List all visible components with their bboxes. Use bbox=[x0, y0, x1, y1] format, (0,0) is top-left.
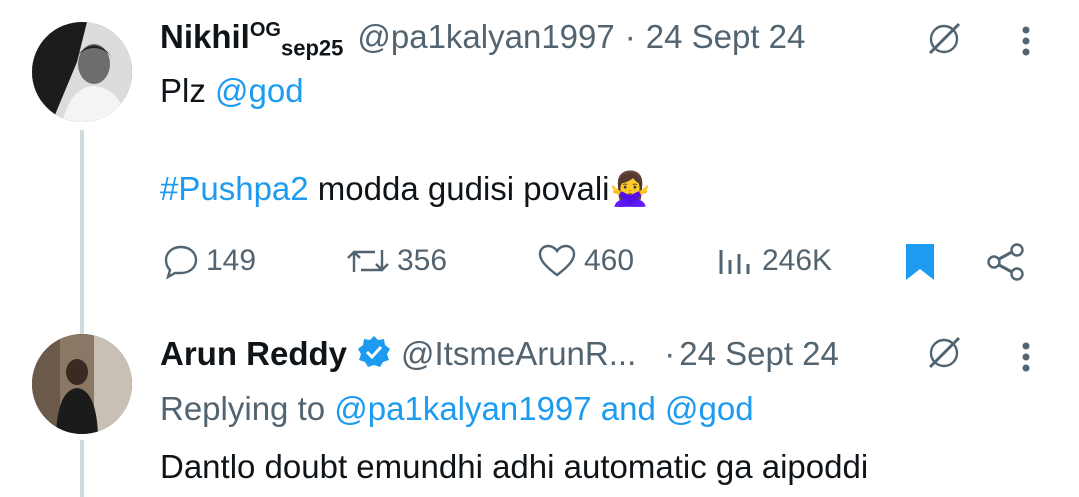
verified-badge-icon bbox=[357, 335, 391, 377]
retweet-icon bbox=[347, 250, 389, 272]
reply-icon bbox=[164, 245, 198, 280]
mention-link[interactable]: @god bbox=[665, 390, 754, 427]
tweet-text-line-1: Plz @god bbox=[160, 72, 304, 109]
bookmark-icon[interactable] bbox=[904, 242, 936, 287]
grok-icon[interactable] bbox=[925, 20, 963, 63]
display-name[interactable]: NikhilOGsep25 bbox=[160, 18, 343, 62]
avatar-photo bbox=[32, 22, 132, 122]
grok-icon[interactable] bbox=[925, 334, 963, 377]
avatar-photo bbox=[32, 334, 132, 434]
reply-count: 149 bbox=[206, 244, 257, 277]
separator-dot: · bbox=[664, 335, 676, 372]
thread-connector bbox=[80, 440, 84, 497]
tweet-text: Dantlo doubt emundhi adhi automatic ga a… bbox=[160, 448, 869, 485]
hashtag-link[interactable]: #Pushpa2 bbox=[160, 170, 309, 207]
share-icon[interactable] bbox=[985, 242, 1027, 287]
more-options-icon[interactable] bbox=[1018, 338, 1034, 381]
retweet-count: 356 bbox=[397, 244, 448, 277]
user-handle[interactable]: @ItsmeArunR... bbox=[401, 335, 636, 373]
reply-button[interactable]: 149 bbox=[162, 242, 256, 280]
retweet-button[interactable]: 356 bbox=[345, 242, 447, 280]
name-subscript: sep25 bbox=[280, 35, 344, 61]
avatar[interactable] bbox=[32, 22, 132, 122]
thread-connector bbox=[80, 130, 84, 335]
avatar[interactable] bbox=[32, 334, 132, 434]
tweet-date[interactable]: 24 Sept 24 bbox=[646, 18, 806, 56]
tweet-header: NikhilOGsep25 @pa1kalyan1997 · 24 Sept 2… bbox=[160, 18, 805, 62]
more-options-icon[interactable] bbox=[1018, 22, 1034, 65]
like-count: 460 bbox=[584, 244, 635, 277]
views-icon bbox=[719, 250, 750, 274]
views-count: 246K bbox=[762, 244, 833, 277]
user-handle[interactable]: @pa1kalyan1997 bbox=[357, 18, 614, 56]
heart-icon bbox=[538, 244, 576, 277]
mention-link[interactable]: @pa1kalyan1997 bbox=[334, 390, 591, 427]
tweet-text-line-2: #Pushpa2 modda gudisi povali🙅‍♀️ bbox=[160, 170, 651, 207]
views-button[interactable]: 246K bbox=[716, 242, 832, 280]
tweet-date[interactable]: 24 Sept 24 bbox=[679, 335, 839, 373]
name-superscript: OG bbox=[249, 19, 281, 41]
mention-link[interactable]: @god bbox=[215, 72, 304, 109]
emoji: 🙅‍♀️ bbox=[609, 170, 651, 207]
tweet-header: Arun Reddy @ItsmeArunR... · 24 Sept 24 bbox=[160, 335, 839, 377]
replying-to: Replying to @pa1kalyan1997 and @god bbox=[160, 390, 754, 427]
display-name[interactable]: Arun Reddy bbox=[160, 335, 347, 373]
like-button[interactable]: 460 bbox=[536, 242, 634, 280]
separator-dot: · bbox=[624, 18, 636, 55]
